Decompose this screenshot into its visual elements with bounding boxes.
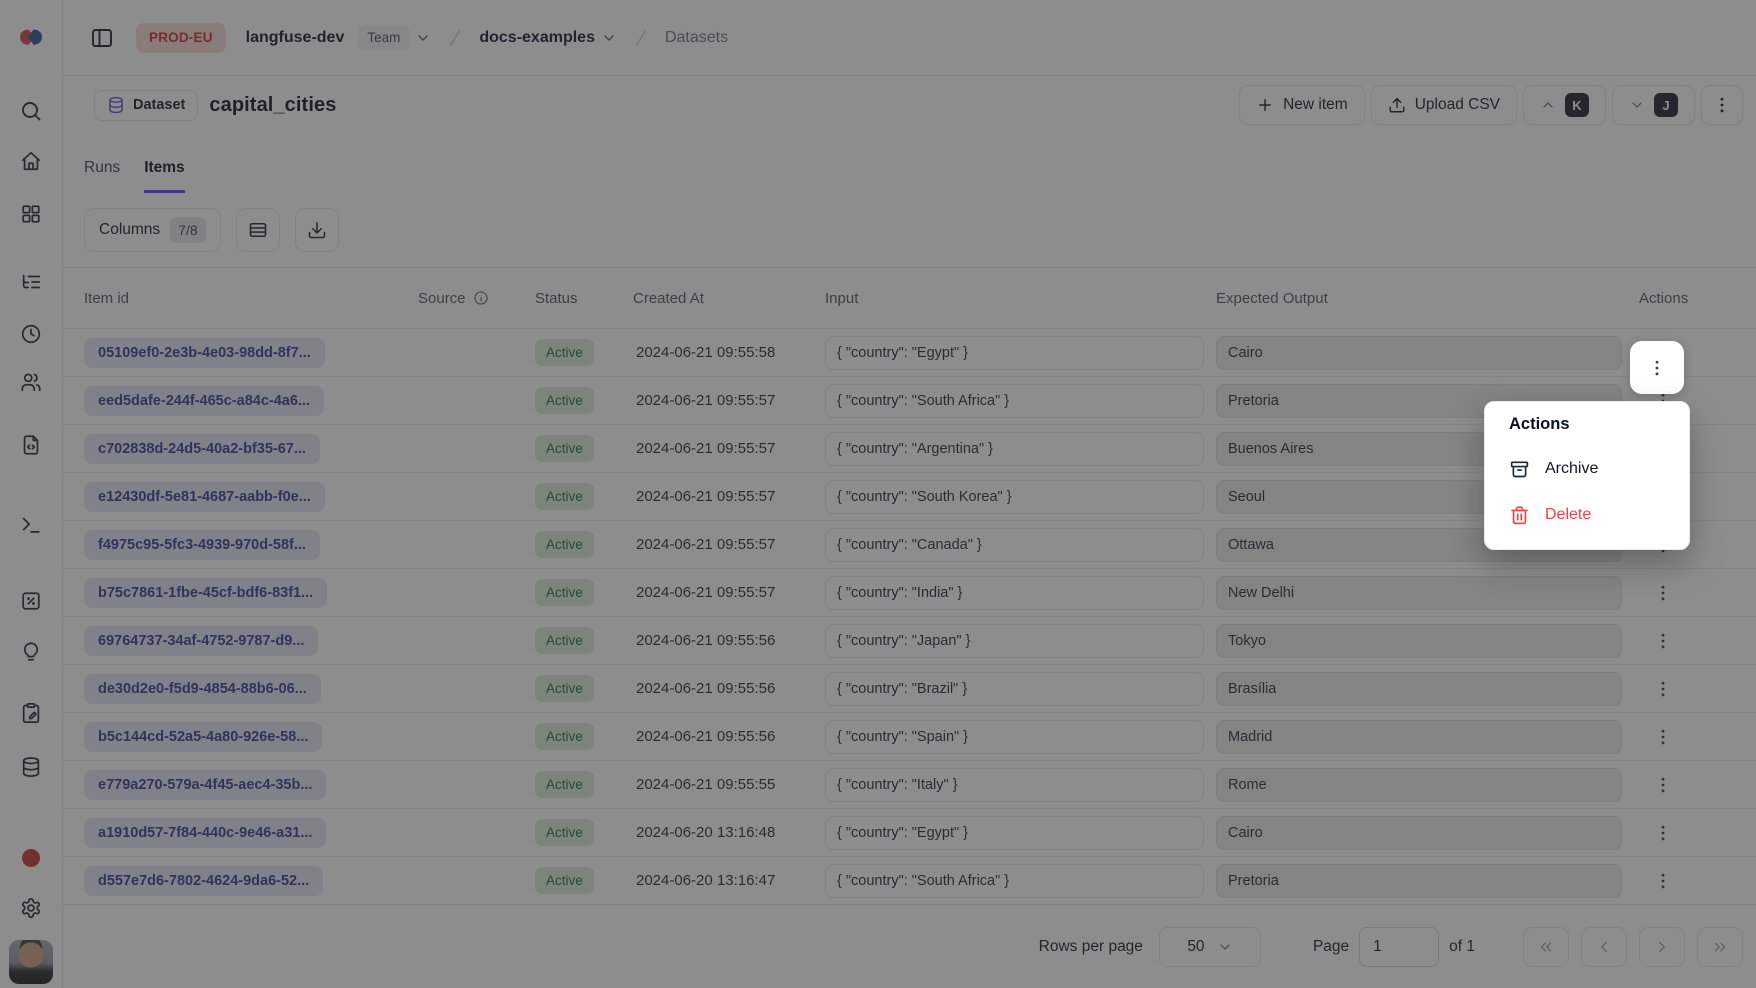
row-actions-button-active[interactable]	[1630, 341, 1684, 394]
archive-icon	[1509, 459, 1530, 480]
menu-item-delete[interactable]: Delete	[1485, 492, 1689, 538]
actions-menu-title: Actions	[1485, 415, 1689, 446]
actions-menu: Actions Archive Delete	[1484, 401, 1690, 550]
kebab-icon	[1647, 358, 1667, 378]
trash-icon	[1509, 505, 1530, 526]
menu-item-archive[interactable]: Archive	[1485, 446, 1689, 492]
